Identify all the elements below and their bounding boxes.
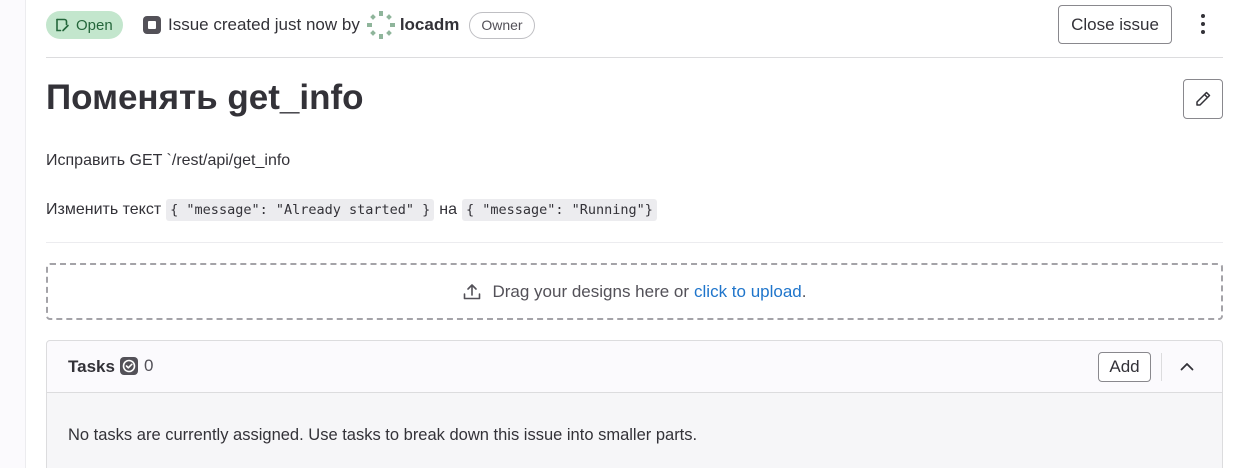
dot-icon xyxy=(1201,30,1205,34)
page-title: Поменять get_info xyxy=(46,78,364,117)
upload-suffix: . xyxy=(801,281,807,301)
chevron-up-icon xyxy=(1180,363,1194,371)
issue-header: Open Issue created just now by locadm Ow… xyxy=(46,0,1223,58)
collapse-toggle[interactable] xyxy=(1173,353,1201,381)
description-line: Изменить текст { "message": "Already sta… xyxy=(46,198,657,222)
add-task-button[interactable]: Add xyxy=(1098,352,1151,382)
meta-prefix: Issue created just now by xyxy=(168,15,360,34)
upload-prefix: Drag your designs here or xyxy=(492,281,690,301)
tasks-count-value: 0 xyxy=(144,356,154,375)
description-text: на xyxy=(439,201,457,218)
design-upload-dropzone[interactable]: Drag your designs here or click to uploa… xyxy=(46,263,1223,320)
tasks-header: Tasks 0 Add xyxy=(47,341,1222,393)
description-line: Исправить GET `/rest/api/get_info xyxy=(46,152,290,170)
task-done-icon xyxy=(120,357,138,375)
inline-code: { "message": "Already started" } xyxy=(166,199,435,221)
upload-link[interactable]: click to upload xyxy=(694,282,802,302)
avatar[interactable] xyxy=(366,10,396,40)
role-badge: Owner xyxy=(469,11,535,39)
status-label: Open xyxy=(76,16,113,34)
tasks-title: Tasks xyxy=(68,357,115,376)
issue-open-icon xyxy=(56,18,69,32)
tasks-body: No tasks are currently assigned. Use tas… xyxy=(47,393,1222,468)
more-actions-icon[interactable] xyxy=(1189,9,1217,39)
inline-code: { "message": "Running"} xyxy=(462,199,657,221)
dot-icon xyxy=(1201,22,1205,26)
issue-type-icon xyxy=(142,15,162,35)
description-text: Изменить текст xyxy=(46,201,162,218)
close-issue-button[interactable]: Close issue xyxy=(1058,5,1172,44)
tasks-widget: Tasks 0 Add No tasks are currently assig… xyxy=(46,340,1223,468)
edit-title-button[interactable] xyxy=(1183,79,1223,119)
dot-icon xyxy=(1201,14,1205,18)
upload-icon xyxy=(464,283,481,299)
divider xyxy=(1161,353,1162,381)
tasks-count: 0 xyxy=(119,356,153,376)
description-text: Исправить GET `/rest/api/get_info xyxy=(46,152,291,169)
author-name[interactable]: locadm xyxy=(400,15,460,35)
status-badge: Open xyxy=(46,11,123,39)
issue-meta: Issue created just now by locadm Owner xyxy=(142,11,535,39)
divider xyxy=(46,242,1223,243)
tasks-empty-state: No tasks are currently assigned. Use tas… xyxy=(68,426,698,444)
pencil-icon xyxy=(1196,91,1211,106)
left-sidebar-rail xyxy=(0,0,26,468)
